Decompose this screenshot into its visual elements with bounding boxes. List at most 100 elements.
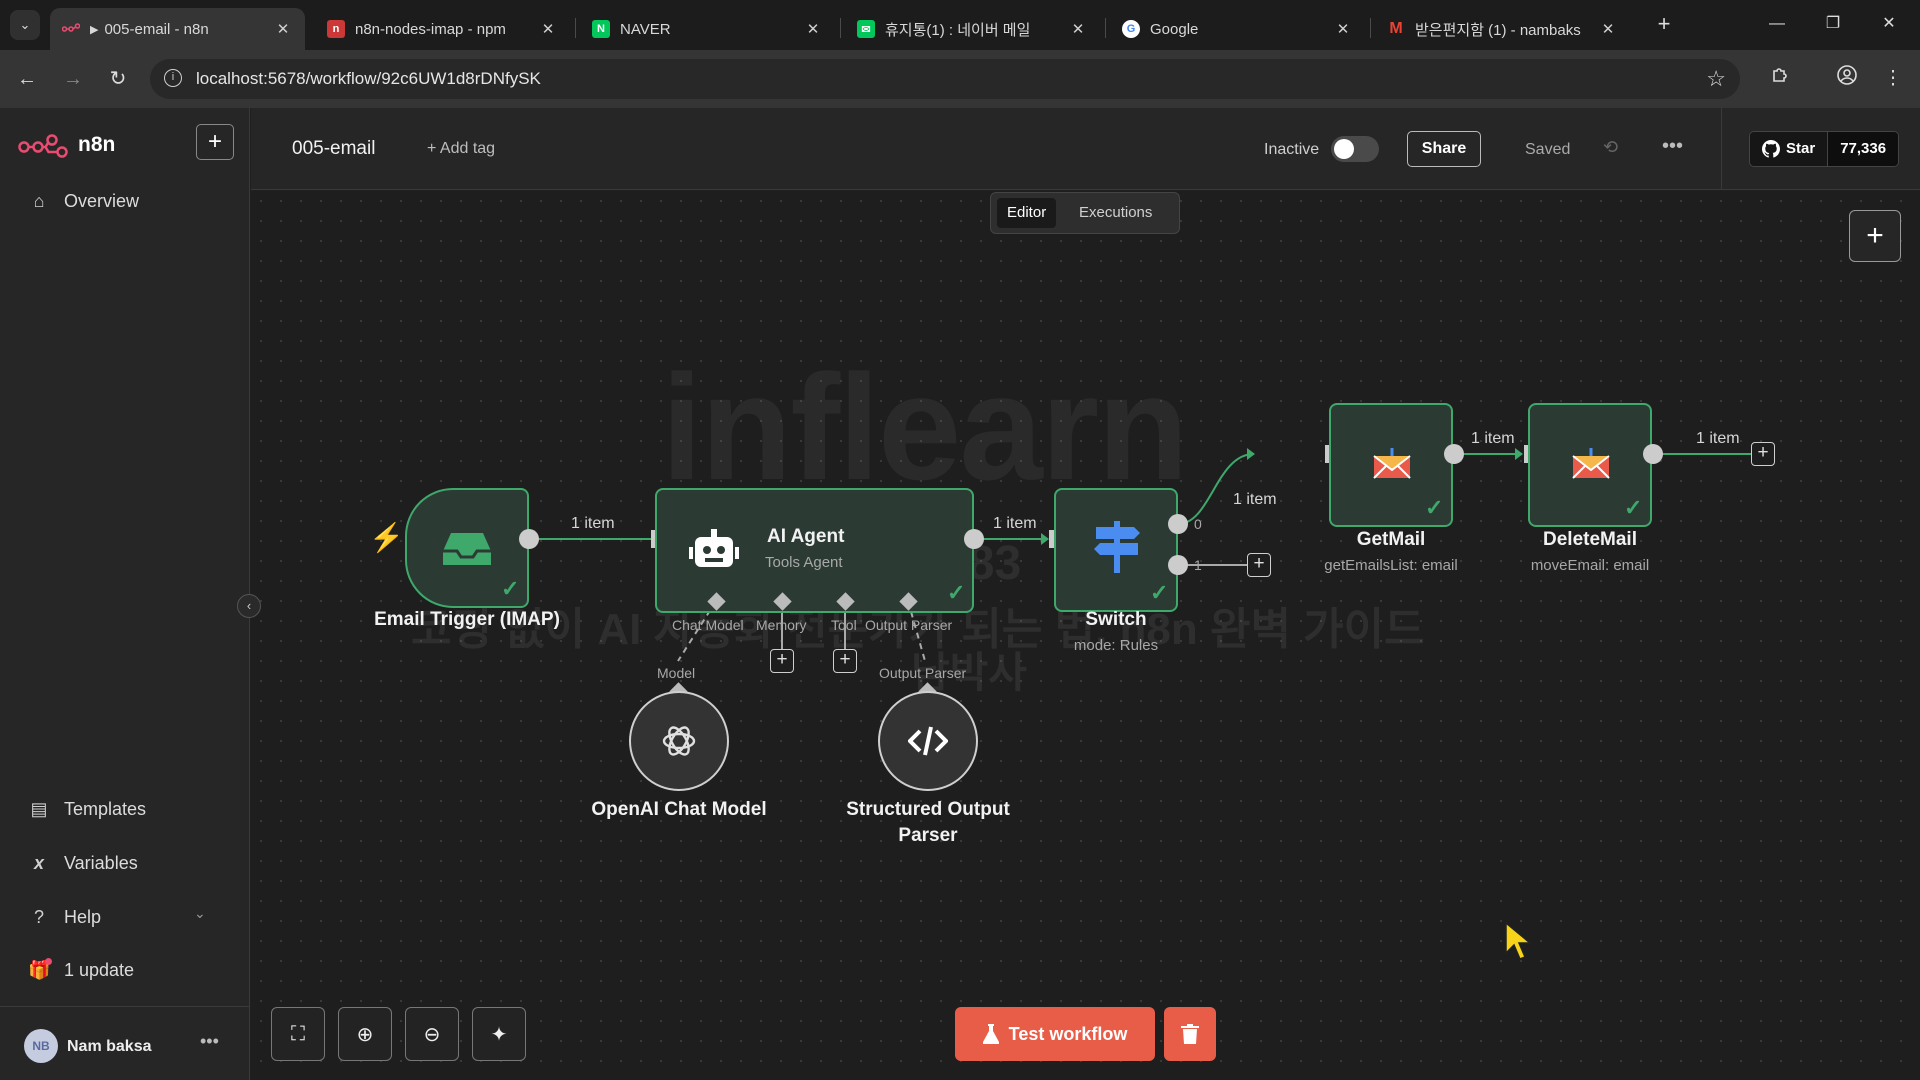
close-tab-icon[interactable]: ✕ <box>803 20 823 38</box>
sidebar-item-templates[interactable]: ▤ Templates <box>28 799 146 820</box>
clear-execution-button[interactable] <box>1164 1007 1216 1061</box>
user-more-icon[interactable]: ••• <box>200 1031 219 1052</box>
sidebar-item-update[interactable]: 🎁 1 update <box>28 958 135 981</box>
workflow-canvas[interactable]: inflearn 232783 코딩 없이 AI 자동화 전문가가 되는 법, … <box>251 191 1920 1080</box>
forward-button[interactable]: → <box>58 64 88 94</box>
back-button[interactable]: ← <box>12 64 42 94</box>
tidy-up-button[interactable]: ✦ <box>472 1007 526 1061</box>
close-tab-icon[interactable]: ✕ <box>1068 20 1088 38</box>
success-check-icon: ✓ <box>1624 495 1643 520</box>
add-tag-button[interactable]: + Add tag <box>427 140 495 158</box>
email-trigger-node[interactable]: ✓ <box>405 488 529 608</box>
output-handle[interactable] <box>519 529 539 549</box>
collapse-sidebar-button[interactable]: ‹ <box>237 594 261 618</box>
tab-n8n-workflow[interactable]: ▶ 005-email - n8n ✕ <box>50 8 305 50</box>
tab-naver[interactable]: N NAVER ✕ <box>580 8 835 50</box>
address-bar[interactable]: i localhost:5678/workflow/92c6UW1d8rDNfy… <box>150 59 1740 99</box>
github-star-label: Star <box>1786 140 1816 157</box>
github-star: Star <box>1750 132 1828 166</box>
tab-separator <box>575 18 576 38</box>
add-node-output-button[interactable]: + <box>1247 553 1271 577</box>
github-icon <box>1762 140 1780 158</box>
create-button[interactable]: + <box>196 124 234 160</box>
google-favicon-icon: G <box>1122 20 1140 38</box>
structured-output-parser-node[interactable] <box>878 691 978 791</box>
github-star-count: 77,336 <box>1827 132 1899 166</box>
output-handle[interactable] <box>1643 444 1663 464</box>
sidebar-item-overview[interactable]: ⌂ Overview <box>28 191 139 212</box>
close-tab-icon[interactable]: ✕ <box>538 20 558 38</box>
ai-agent-node[interactable]: AI Agent Tools Agent ✓ <box>655 488 974 613</box>
test-workflow-button[interactable]: Test workflow <box>955 1007 1155 1061</box>
n8n-favicon-icon <box>62 20 80 38</box>
workflow-name[interactable]: 005-email <box>292 138 375 160</box>
browser-menu-icon[interactable]: ⋮ <box>1878 64 1908 94</box>
add-tool-button[interactable]: + <box>833 649 857 673</box>
sidebar-item-help[interactable]: ? Help ⌄ <box>28 905 228 928</box>
node-label: DeleteMail <box>1543 529 1637 550</box>
tab-npm[interactable]: n n8n-nodes-imap - npm ✕ <box>315 8 570 50</box>
output-handle[interactable] <box>1444 444 1464 464</box>
n8n-logo[interactable]: n8n <box>18 132 115 158</box>
github-star-button[interactable]: Star 77,336 <box>1749 131 1900 167</box>
sidebar: n8n + ⌂ Overview ▤ Templates x Variables… <box>0 108 250 1080</box>
tab-separator <box>840 18 841 38</box>
history-icon[interactable]: ⟲ <box>1603 137 1618 158</box>
node-label: OpenAI Chat Model <box>591 799 767 820</box>
bookmark-star-icon[interactable]: ☆ <box>1706 66 1726 92</box>
node-label: Switch <box>1085 609 1147 630</box>
add-next-node-button[interactable]: + <box>1751 442 1775 466</box>
tab-title: n8n-nodes-imap - npm <box>355 20 506 38</box>
close-tab-icon[interactable]: ✕ <box>1333 20 1353 38</box>
user-menu[interactable]: NB Nam baksa ••• <box>0 1006 250 1080</box>
tab-separator <box>1105 18 1106 38</box>
chevron-down-icon: ⌄ <box>194 905 206 921</box>
site-info-icon[interactable]: i <box>164 69 182 87</box>
tab-search-button[interactable]: ⌄ <box>10 10 40 40</box>
share-button[interactable]: Share <box>1407 131 1481 167</box>
output-handle[interactable] <box>964 529 984 549</box>
close-tab-icon[interactable]: ✕ <box>1598 20 1618 38</box>
tab-title: NAVER <box>620 20 671 38</box>
openai-chat-model-node[interactable] <box>629 691 729 791</box>
url-text[interactable]: localhost:5678/workflow/92c6UW1d8rDNfySK <box>196 69 541 89</box>
switch-node[interactable]: ✓ <box>1054 488 1178 612</box>
deletemail-node[interactable]: ✓ <box>1528 403 1652 527</box>
port-label: Chat Model <box>672 617 744 633</box>
close-tab-icon[interactable]: ✕ <box>273 20 293 38</box>
user-name: Nam baksa <box>67 1038 152 1055</box>
npm-favicon-icon: n <box>327 20 345 38</box>
zoom-to-fit-button[interactable]: ⛶ <box>271 1007 325 1061</box>
profile-icon[interactable] <box>1832 64 1862 94</box>
close-window-button[interactable]: ✕ <box>1866 8 1912 40</box>
sidebar-item-variables[interactable]: x Variables <box>28 853 138 874</box>
workflow-more-icon[interactable]: ••• <box>1662 135 1683 158</box>
output-handle-0[interactable] <box>1168 514 1188 534</box>
gmail-favicon-icon: M <box>1389 20 1403 37</box>
extensions-icon[interactable] <box>1766 64 1796 94</box>
sidebar-item-label: Templates <box>64 799 147 819</box>
tab-google[interactable]: G Google ✕ <box>1110 8 1365 50</box>
box-icon: ▤ <box>30 799 48 819</box>
minimize-window-button[interactable]: — <box>1754 8 1800 40</box>
restore-window-button[interactable]: ❐ <box>1810 8 1856 40</box>
active-status-label: Inactive <box>1264 141 1320 158</box>
getmail-node[interactable]: ✓ <box>1329 403 1453 527</box>
gift-icon: 🎁 <box>28 958 52 980</box>
tab-title: 005-email - n8n <box>104 20 209 38</box>
port-label: Memory <box>756 617 807 633</box>
tab-gmail[interactable]: M 받은편지함 (1) - nambaks ✕ <box>1375 8 1630 50</box>
add-memory-button[interactable]: + <box>770 649 794 673</box>
reload-button[interactable]: ↻ <box>103 64 133 94</box>
output-handle-1[interactable] <box>1168 555 1188 575</box>
zoom-in-button[interactable]: ⊕ <box>338 1007 392 1061</box>
inbox-icon <box>441 524 493 574</box>
active-toggle[interactable] <box>1331 136 1379 162</box>
zoom-out-button[interactable]: ⊖ <box>405 1007 459 1061</box>
naver-favicon-icon: N <box>592 20 610 38</box>
new-tab-button[interactable]: + <box>1651 12 1677 38</box>
tab-title: 받은편지함 (1) - nambaks <box>1415 21 1581 39</box>
tab-naver-mail[interactable]: ✉ 휴지통(1) : 네이버 메일 ✕ <box>845 8 1100 50</box>
trigger-bolt-icon: ⚡ <box>369 522 404 553</box>
sidebar-item-label: 1 update <box>64 960 135 980</box>
